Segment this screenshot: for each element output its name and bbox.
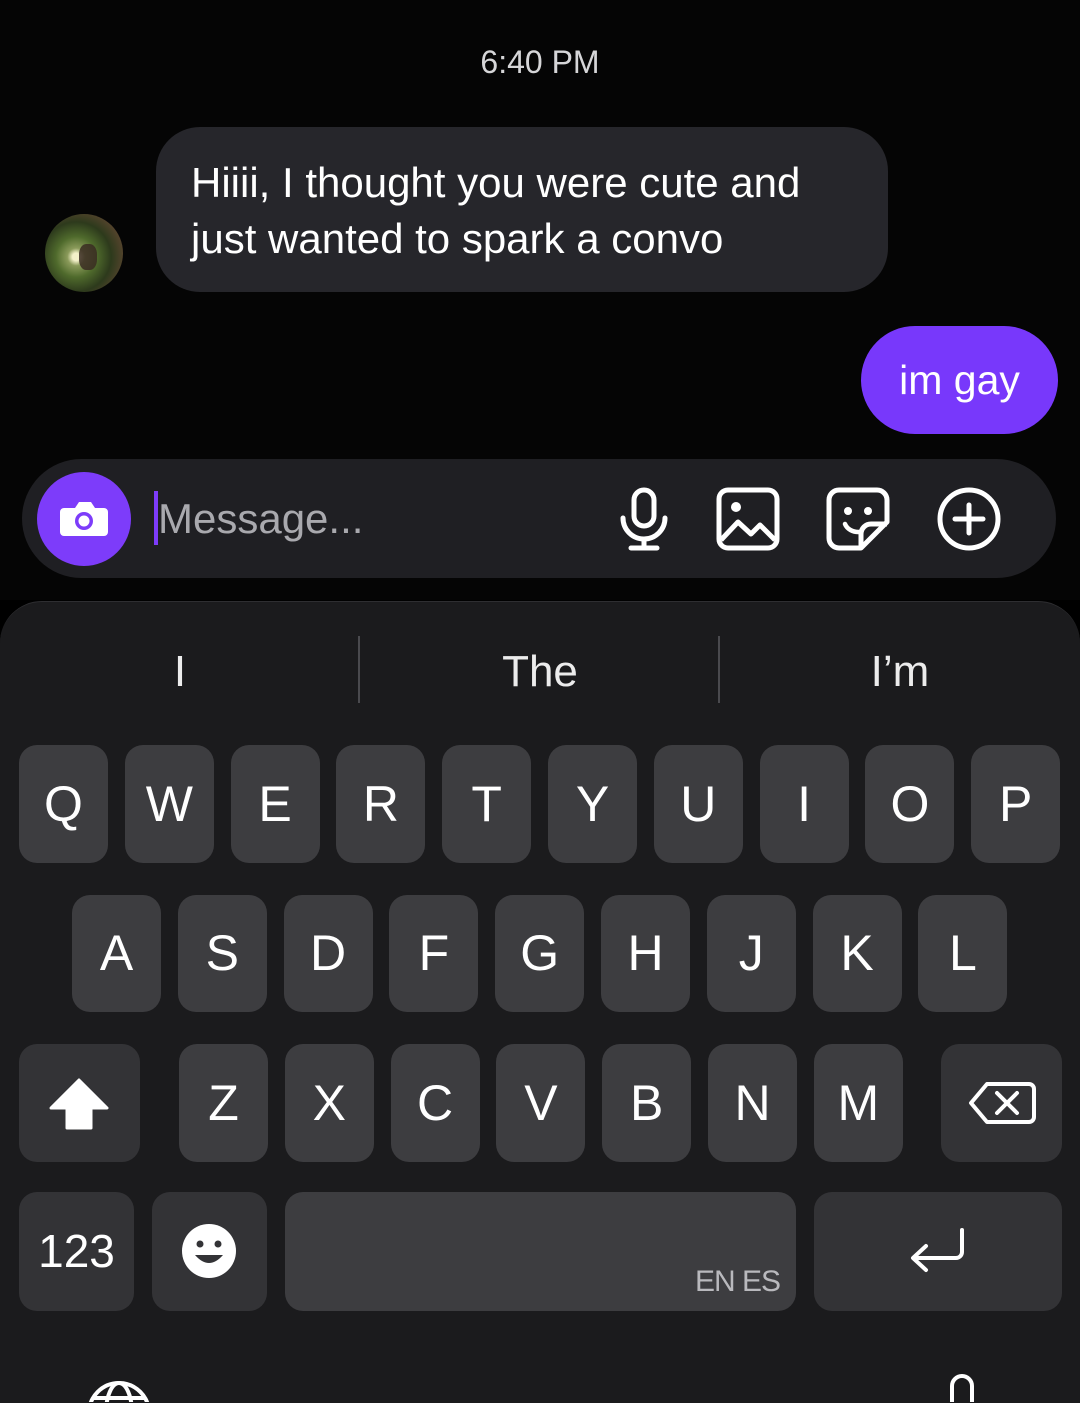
- key-label: U: [680, 776, 717, 832]
- key-h[interactable]: H: [601, 895, 690, 1012]
- key-d[interactable]: D: [283, 895, 373, 1012]
- sticker-icon: [826, 487, 890, 551]
- emoji-key[interactable]: [152, 1192, 267, 1311]
- incoming-message-bubble[interactable]: Hiiii, I thought you were cute and just …: [156, 127, 888, 292]
- key-n[interactable]: N: [708, 1044, 797, 1162]
- key-x[interactable]: X: [284, 1044, 374, 1162]
- key-e[interactable]: E: [230, 745, 320, 863]
- sticker-button[interactable]: [823, 484, 893, 554]
- key-label: F: [418, 925, 450, 981]
- key-q[interactable]: Q: [19, 745, 108, 863]
- microphone-icon: [620, 487, 668, 551]
- key-label: T: [471, 776, 502, 832]
- key-label: A: [99, 925, 134, 981]
- gallery-icon: [716, 487, 780, 551]
- suggestion-2[interactable]: The: [390, 640, 690, 704]
- key-z[interactable]: Z: [179, 1044, 268, 1162]
- key-label: O: [890, 776, 930, 832]
- globe-icon: [88, 1381, 150, 1402]
- gallery-button[interactable]: [713, 484, 783, 554]
- key-label: K: [840, 925, 874, 981]
- key-label: M: [837, 1075, 880, 1131]
- key-k[interactable]: K: [812, 895, 902, 1012]
- numbers-key-label: 123: [38, 1225, 115, 1277]
- add-button[interactable]: [934, 484, 1004, 554]
- key-b[interactable]: B: [602, 1044, 692, 1162]
- key-v[interactable]: V: [496, 1044, 586, 1162]
- camera-icon: [60, 502, 108, 536]
- key-label: R: [362, 776, 399, 832]
- key-t[interactable]: T: [442, 745, 532, 863]
- key-y[interactable]: Y: [548, 745, 637, 863]
- key-label: H: [627, 925, 664, 981]
- message-input[interactable]: [158, 488, 598, 550]
- backspace-icon: [969, 1082, 1036, 1124]
- key-label: Y: [575, 776, 610, 832]
- camera-button[interactable]: [37, 472, 131, 566]
- return-icon: [911, 1228, 964, 1272]
- key-l[interactable]: L: [918, 895, 1008, 1012]
- shift-key[interactable]: [19, 1044, 140, 1162]
- key-i[interactable]: I: [759, 745, 849, 863]
- key-label: L: [948, 925, 977, 981]
- globe-button[interactable]: [84, 1378, 154, 1402]
- key-label: D: [310, 925, 347, 981]
- key-label: W: [145, 776, 193, 832]
- key-label: N: [734, 1075, 771, 1131]
- key-m[interactable]: M: [813, 1044, 903, 1162]
- key-label: C: [417, 1075, 454, 1131]
- suggestion-divider: [718, 636, 720, 703]
- suggestion-1[interactable]: I: [30, 640, 330, 704]
- key-s[interactable]: S: [177, 895, 267, 1012]
- return-key[interactable]: [814, 1192, 1062, 1311]
- keyboard-mic-icon: [950, 1374, 974, 1402]
- keyboard-mic-button[interactable]: [944, 1372, 980, 1402]
- key-label: S: [205, 925, 239, 981]
- key-a[interactable]: A: [72, 895, 161, 1012]
- space-language-label: EN ES: [694, 1265, 781, 1298]
- key-f[interactable]: F: [389, 895, 479, 1012]
- key-c[interactable]: C: [390, 1044, 480, 1162]
- key-u[interactable]: U: [653, 745, 743, 863]
- emoji-icon: [182, 1224, 236, 1278]
- backspace-key[interactable]: [941, 1044, 1062, 1162]
- add-icon: [937, 487, 1001, 551]
- key-label: Z: [208, 1075, 239, 1131]
- key-label: J: [738, 925, 764, 981]
- key-label: P: [999, 776, 1033, 832]
- key-label: E: [258, 776, 292, 832]
- key-label: X: [312, 1075, 346, 1131]
- microphone-button[interactable]: [609, 484, 679, 554]
- numbers-key[interactable]: 123: [19, 1192, 134, 1311]
- key-label: G: [520, 925, 560, 981]
- key-label: Q: [44, 776, 83, 832]
- key-p[interactable]: P: [971, 745, 1061, 863]
- key-g[interactable]: G: [495, 895, 585, 1012]
- sender-avatar[interactable]: [45, 214, 123, 292]
- key-j[interactable]: J: [706, 895, 796, 1012]
- outgoing-message-bubble[interactable]: im gay: [861, 326, 1058, 434]
- key-label: V: [524, 1075, 558, 1131]
- key-r[interactable]: R: [336, 745, 426, 863]
- key-label: I: [797, 776, 812, 832]
- shift-icon: [49, 1078, 109, 1130]
- key-label: B: [630, 1075, 664, 1131]
- space-key[interactable]: EN ES: [285, 1192, 796, 1311]
- key-o[interactable]: O: [865, 745, 955, 863]
- suggestion-divider: [358, 636, 360, 703]
- key-w[interactable]: W: [124, 745, 214, 863]
- suggestion-3[interactable]: I’m: [750, 640, 1050, 704]
- message-timestamp: 6:40 PM: [480, 44, 600, 80]
